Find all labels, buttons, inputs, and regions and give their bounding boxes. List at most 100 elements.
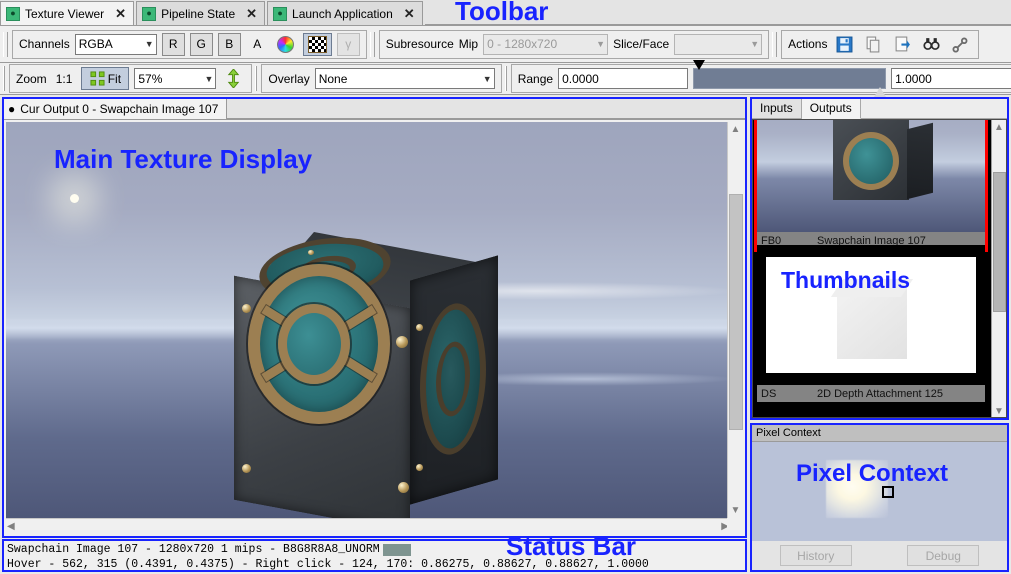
toolbar-gripper[interactable] bbox=[772, 31, 778, 57]
cube-rivet bbox=[242, 464, 251, 473]
pixel-history-button[interactable]: History bbox=[779, 545, 852, 566]
range-slider[interactable] bbox=[693, 60, 887, 97]
channels-value: RGBA bbox=[78, 37, 113, 51]
slice-face-label: Slice/Face bbox=[613, 37, 670, 51]
chevron-down-icon: ▼ bbox=[204, 73, 214, 84]
thumbnails-scrollbar[interactable]: ▲ ▼ bbox=[991, 120, 1006, 417]
texture-panel-tab-row: ● Cur Output 0 - Swapchain Image 107 bbox=[4, 99, 745, 120]
goto-icon[interactable] bbox=[919, 32, 943, 56]
mip-select[interactable]: 0 - 1280x720 ▼ bbox=[483, 33, 609, 55]
range-max-handle[interactable] bbox=[874, 87, 887, 97]
pixel-debug-button[interactable]: Debug bbox=[907, 545, 980, 566]
pixel-selection-marker bbox=[882, 486, 894, 498]
zoom-percent-select[interactable]: 57% ▼ bbox=[134, 68, 217, 89]
toolbar-gripper[interactable] bbox=[255, 66, 258, 91]
thumbnail-name: 2D Depth Attachment 125 bbox=[817, 387, 943, 400]
subresource-group: Subresource Mip 0 - 1280x720 ▼ Slice/Fac… bbox=[378, 29, 770, 59]
zoom-fit-button[interactable]: Fit bbox=[81, 67, 130, 90]
cube-rivet bbox=[308, 250, 314, 255]
scroll-left-icon[interactable]: ◀ bbox=[7, 519, 15, 534]
channel-blue-button[interactable]: B bbox=[217, 32, 241, 56]
status-line-texture-info: Swapchain Image 107 - 1280x720 1 mips - … bbox=[7, 542, 742, 557]
list-item[interactable]: Thumbnails DS 2D Depth Attachment 125 bbox=[757, 245, 985, 402]
texture-horizontal-scrollbar[interactable]: ◀ ▶ bbox=[6, 518, 730, 534]
fit-icon bbox=[90, 71, 105, 86]
pixel-context-zoomed-pixels bbox=[826, 460, 888, 518]
thumbnails-list: FB0 Swapchain Image 107 Thumbnails DS 2D… bbox=[752, 119, 1007, 418]
close-icon[interactable]: ✕ bbox=[115, 6, 126, 22]
tab-pipeline-state[interactable]: ● Pipeline State ✕ bbox=[136, 1, 266, 25]
tab-label: Pipeline State bbox=[161, 6, 236, 21]
toolbar-gripper[interactable] bbox=[504, 66, 507, 91]
thumbnail-image: Thumbnails bbox=[757, 245, 985, 385]
channel-red-button[interactable]: R bbox=[161, 32, 185, 56]
status-line-hover-info: Hover - 562, 315 (0.4391, 0.4375) - Righ… bbox=[7, 557, 742, 572]
vertical-scroll-thumb[interactable] bbox=[729, 194, 743, 430]
scroll-down-icon[interactable]: ▼ bbox=[728, 503, 743, 518]
close-icon[interactable]: ✕ bbox=[246, 6, 257, 22]
thumbnails-scroll-thumb[interactable] bbox=[993, 172, 1006, 312]
texture-panel-tab-label: Cur Output 0 - Swapchain Image 107 bbox=[20, 102, 219, 116]
gamma-display-button[interactable]: γ bbox=[336, 32, 360, 56]
tab-inputs[interactable]: Inputs bbox=[752, 99, 802, 119]
channel-green-button[interactable]: G bbox=[189, 32, 213, 56]
sun-glow bbox=[70, 194, 79, 203]
cube-rivet bbox=[396, 336, 408, 348]
actions-group: Actions bbox=[781, 29, 980, 59]
toolbar-gripper[interactable] bbox=[3, 31, 8, 57]
texture-vertical-scrollbar[interactable]: ▲ ▼ bbox=[727, 122, 743, 518]
slice-face-select[interactable]: ▼ bbox=[674, 33, 763, 55]
link-icon[interactable] bbox=[948, 32, 972, 56]
range-min-handle[interactable] bbox=[693, 60, 706, 70]
thumbnails-panel: Inputs Outputs FB0 Swapchain Image 107 T… bbox=[750, 97, 1009, 420]
scrollbar-corner bbox=[727, 518, 743, 534]
scroll-up-icon[interactable]: ▲ bbox=[728, 122, 743, 137]
mip-value: 0 - 1280x720 bbox=[487, 37, 558, 51]
toolbar-gripper[interactable] bbox=[369, 31, 375, 57]
copy-icon[interactable] bbox=[861, 32, 885, 56]
status-bar: Swapchain Image 107 - 1280x720 1 mips - … bbox=[2, 539, 747, 572]
channels-group: Channels RGBA ▼ R G B A γ bbox=[12, 29, 367, 59]
rendered-crate-cube bbox=[220, 232, 500, 518]
range-min-input[interactable]: 0.0000 bbox=[558, 68, 689, 89]
texture-viewer-window: ● Texture Viewer ✕ ● Pipeline State ✕ ● … bbox=[0, 0, 1011, 574]
open-resource-icon[interactable] bbox=[890, 32, 914, 56]
pixel-context-view[interactable]: Pixel Context bbox=[752, 442, 1007, 541]
toolbar-gripper[interactable] bbox=[3, 66, 5, 91]
texture-canvas[interactable]: Main Texture Display bbox=[6, 122, 730, 518]
save-icon[interactable] bbox=[832, 32, 856, 56]
overlay-group: Overlay None ▼ bbox=[261, 64, 502, 93]
format-color-swatch bbox=[382, 543, 411, 556]
toolbar-row-channels: Channels RGBA ▼ R G B A γ Subresource Mi… bbox=[0, 25, 1011, 62]
checkerboard-background-button[interactable] bbox=[302, 32, 332, 56]
right-column: Inputs Outputs FB0 Swapchain Image 107 T… bbox=[750, 97, 1009, 572]
overlay-value: None bbox=[318, 71, 348, 86]
tab-outputs[interactable]: Outputs bbox=[801, 99, 861, 119]
scroll-up-icon[interactable]: ▲ bbox=[992, 120, 1006, 135]
color-wheel-icon[interactable] bbox=[274, 32, 298, 56]
list-item[interactable]: FB0 Swapchain Image 107 bbox=[754, 120, 988, 252]
cube-rivet bbox=[416, 324, 423, 331]
overlay-select[interactable]: None ▼ bbox=[314, 68, 495, 89]
status-hover-description: Hover - 562, 315 (0.4391, 0.4375) - Righ… bbox=[7, 558, 649, 571]
channels-label: Channels bbox=[19, 37, 70, 51]
zoom-fit-label: Fit bbox=[107, 71, 122, 86]
close-icon[interactable]: ✕ bbox=[404, 6, 415, 22]
zoom-group: Zoom 1:1 Fit 57% ▼ bbox=[9, 64, 253, 93]
actions-label: Actions bbox=[788, 37, 828, 51]
tab-launch-application[interactable]: ● Launch Application ✕ bbox=[267, 1, 423, 25]
range-max-input[interactable]: 1.0000 bbox=[891, 68, 1011, 89]
thumbnail-caption: DS 2D Depth Attachment 125 bbox=[757, 385, 985, 402]
tab-texture-viewer[interactable]: ● Texture Viewer ✕ bbox=[0, 1, 135, 25]
chevron-down-icon: ▼ bbox=[144, 39, 154, 49]
zoom-one-to-one-button[interactable]: 1:1 bbox=[52, 67, 77, 90]
pixel-context-actions: History Debug bbox=[752, 541, 1007, 570]
channels-select[interactable]: RGBA ▼ bbox=[74, 33, 157, 55]
zoom-label: Zoom bbox=[16, 71, 47, 86]
cube-rivet bbox=[242, 304, 251, 313]
scroll-down-icon[interactable]: ▼ bbox=[992, 404, 1006, 417]
checkerboard-icon bbox=[307, 35, 327, 53]
flip-vertical-icon[interactable] bbox=[221, 67, 245, 91]
channel-alpha-button[interactable]: A bbox=[246, 33, 269, 56]
texture-panel-tab[interactable]: ● Cur Output 0 - Swapchain Image 107 bbox=[4, 99, 228, 120]
